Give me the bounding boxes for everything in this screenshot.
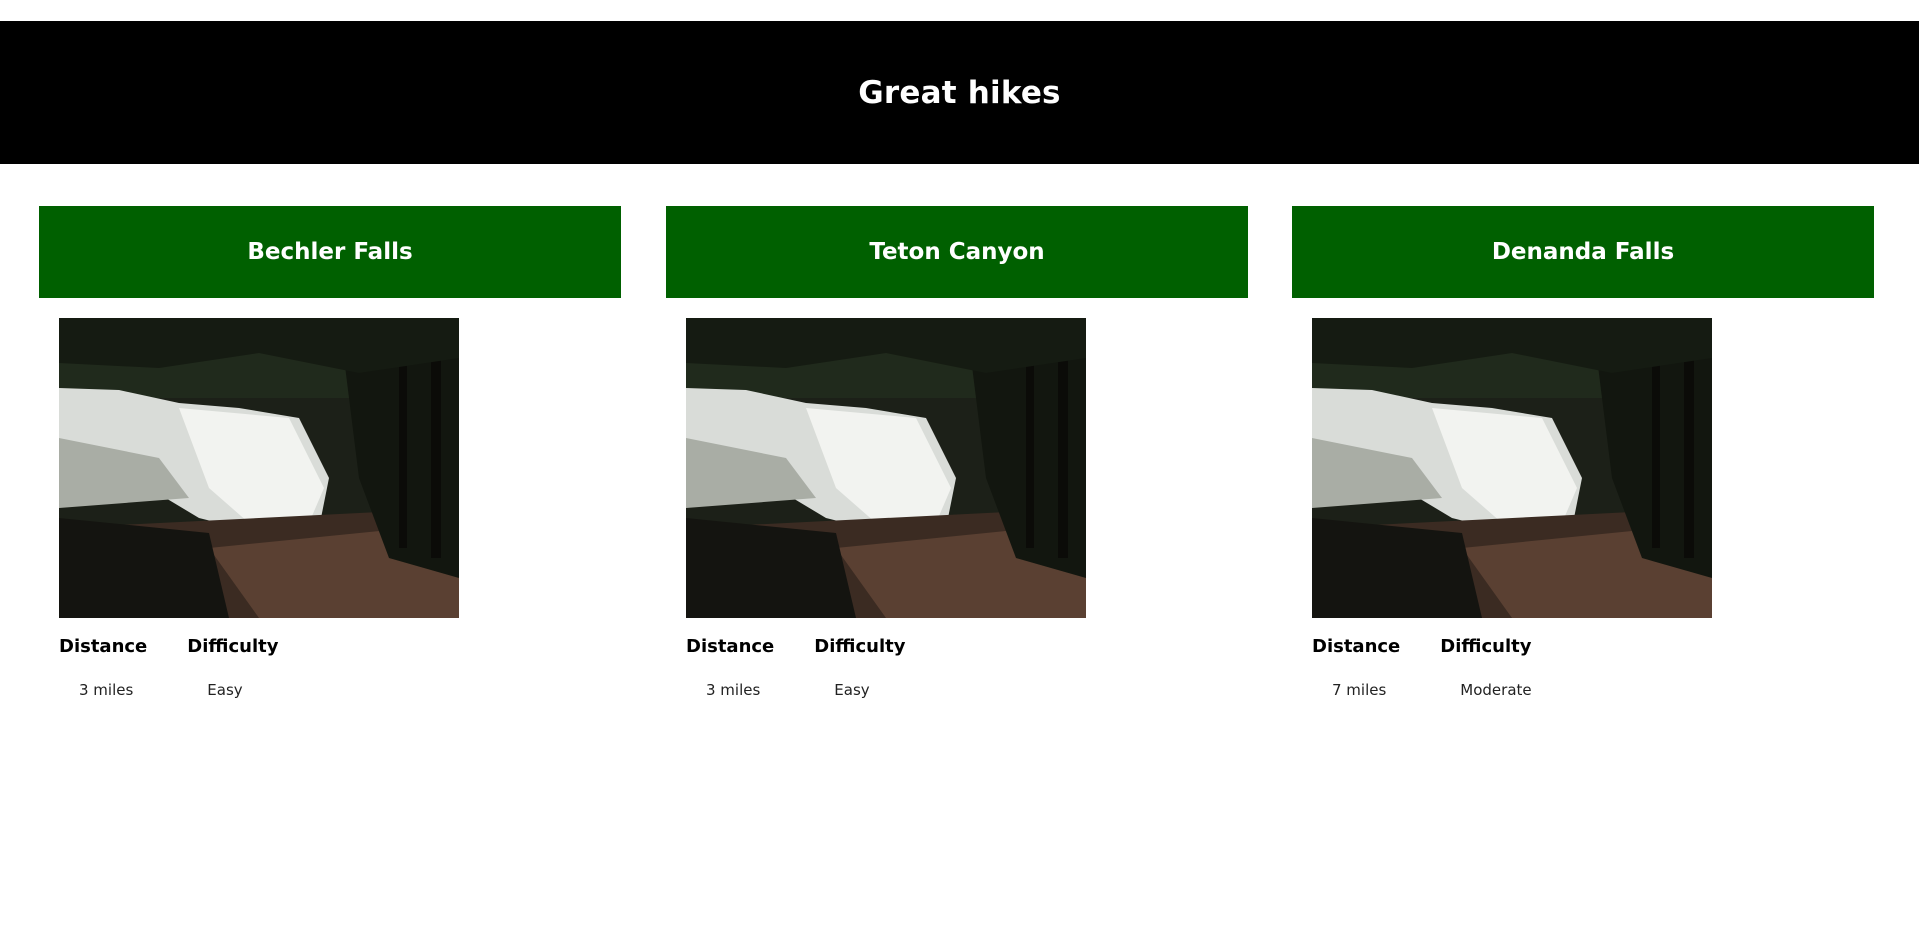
hike-name: Denanda Falls <box>1491 239 1675 265</box>
difficulty-value: Easy <box>207 681 243 699</box>
difficulty-column: Difficulty Easy <box>814 636 905 699</box>
hike-info: Distance 7 miles Difficulty Moderate <box>1312 636 1874 699</box>
top-spacer <box>0 0 1919 21</box>
page-title: Great hikes <box>858 74 1061 111</box>
hike-photo <box>686 318 1086 618</box>
distance-label: Distance <box>686 636 775 657</box>
distance-value: 3 miles <box>79 681 134 699</box>
difficulty-label: Difficulty <box>187 636 279 657</box>
difficulty-value: Moderate <box>1460 681 1532 699</box>
difficulty-column: Difficulty Moderate <box>1440 636 1531 699</box>
difficulty-column: Difficulty Easy <box>187 636 278 699</box>
distance-column: Distance 7 miles <box>1312 636 1400 699</box>
hike-card-denanda-falls: Denanda Falls Distance 7 miles Difficult… <box>1292 206 1874 699</box>
distance-column: Distance 3 miles <box>59 636 147 699</box>
hike-title-bar: Teton Canyon <box>666 206 1248 298</box>
hike-card-teton-canyon: Teton Canyon Distance 3 miles Difficulty… <box>666 206 1248 699</box>
hike-info: Distance 3 miles Difficulty Easy <box>686 636 1248 699</box>
hike-photo <box>1312 318 1712 618</box>
distance-column: Distance 3 miles <box>686 636 774 699</box>
hike-list: Bechler Falls Distance 3 miles Difficult… <box>0 164 1919 864</box>
difficulty-value: Easy <box>834 681 870 699</box>
hike-title-bar: Denanda Falls <box>1292 206 1874 298</box>
hike-title-bar: Bechler Falls <box>39 206 621 298</box>
site-header: Great hikes <box>0 21 1919 164</box>
distance-label: Distance <box>59 636 148 657</box>
difficulty-label: Difficulty <box>814 636 906 657</box>
hike-photo <box>59 318 459 618</box>
distance-label: Distance <box>1312 636 1401 657</box>
hike-card-bechler-falls: Bechler Falls Distance 3 miles Difficult… <box>39 206 621 699</box>
waterfall-image <box>59 318 459 618</box>
waterfall-image <box>1312 318 1712 618</box>
hike-info: Distance 3 miles Difficulty Easy <box>59 636 621 699</box>
distance-value: 3 miles <box>706 681 761 699</box>
hike-name: Bechler Falls <box>247 239 413 265</box>
distance-value: 7 miles <box>1332 681 1387 699</box>
waterfall-image <box>686 318 1086 618</box>
hike-name: Teton Canyon <box>869 239 1045 265</box>
difficulty-label: Difficulty <box>1440 636 1532 657</box>
